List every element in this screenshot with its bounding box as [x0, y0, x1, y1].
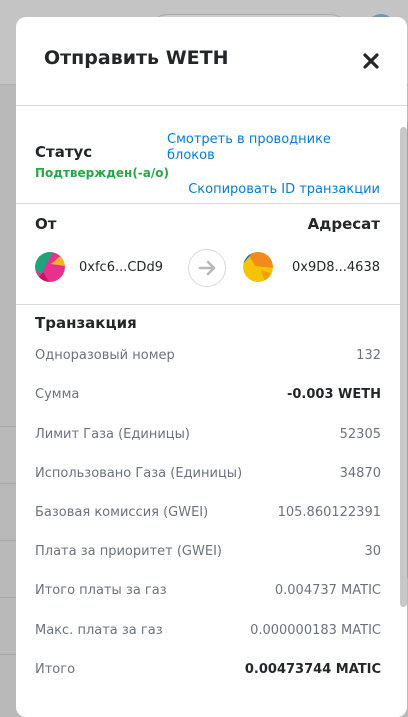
sender-avatar[interactable] [35, 252, 65, 282]
copy-transaction-id-link[interactable]: Скопировать ID транзакции [188, 182, 380, 197]
transaction-row-gas-limit: Лимит Газа (Единицы) 52305 [35, 427, 381, 447]
transaction-section-title: Транзакция [35, 314, 137, 332]
to-label: Адресат [307, 215, 380, 233]
background-divider [0, 426, 16, 427]
modal-title: Отправить WETH [44, 47, 229, 69]
transaction-row-gas-used: Использовано Газа (Единицы) 34870 [35, 466, 381, 486]
row-label: Плата за приоритет (GWEI) [35, 544, 222, 559]
row-value: 0.00473744 MATIC [244, 662, 381, 677]
background-divider [0, 654, 16, 655]
transaction-details-modal: Отправить WETH Статус Подтвержден(-а/о) … [16, 17, 407, 717]
transaction-row-max-gas-fee: Макс. плата за газ 0.000000183 MATIC [35, 623, 381, 643]
background-divider [0, 540, 16, 541]
background-divider [0, 483, 16, 484]
row-label: Макс. плата за газ [35, 623, 163, 638]
transaction-row-nonce: Одноразовый номер 132 [35, 348, 381, 368]
row-value: 0.004737 MATIC [274, 583, 381, 598]
modal-header: Отправить WETH [16, 17, 407, 105]
row-label: Лимит Газа (Единицы) [35, 427, 190, 442]
view-in-explorer-link[interactable]: Смотреть в проводнике блоков [167, 132, 377, 164]
row-value: 30 [364, 544, 381, 559]
row-label: Одноразовый номер [35, 348, 175, 363]
row-label: Использовано Газа (Единицы) [35, 466, 243, 481]
recipient-address[interactable]: 0x9D8...4638 [292, 260, 380, 275]
transaction-row-priority-fee: Плата за приоритет (GWEI) 30 [35, 544, 381, 564]
modal-scrollbar[interactable] [400, 127, 407, 607]
close-icon[interactable] [360, 50, 382, 72]
row-label: Сумма [35, 387, 80, 402]
row-label: Итого [35, 662, 76, 677]
status-label: Статус [35, 143, 93, 161]
background-divider [0, 597, 16, 598]
transaction-row-total: Итого 0.00473744 MATIC [35, 662, 381, 682]
section-divider [16, 203, 407, 204]
row-value: 105.860122391 [277, 505, 381, 520]
row-value: 34870 [339, 466, 381, 481]
status-value: Подтвержден(-а/о) [35, 166, 169, 180]
header-divider [16, 105, 407, 106]
transaction-row-base-fee: Базовая комиссия (GWEI) 105.860122391 [35, 505, 381, 525]
row-value: 0.000000183 MATIC [250, 623, 381, 638]
arrow-right-icon [188, 249, 226, 287]
status-section: Статус Подтвержден(-а/о) Смотреть в пров… [16, 122, 407, 204]
transaction-row-amount: Сумма -0.003 WETH [35, 387, 381, 407]
transaction-row-total-gas-fee: Итого платы за газ 0.004737 MATIC [35, 583, 381, 603]
row-label: Итого платы за газ [35, 583, 167, 598]
section-divider [16, 304, 407, 305]
sender-address[interactable]: 0xfc6...CDd9 [79, 260, 163, 275]
row-label: Базовая комиссия (GWEI) [35, 505, 209, 520]
row-value: -0.003 WETH [286, 387, 381, 402]
from-label: От [35, 215, 57, 233]
row-value: 132 [356, 348, 381, 363]
recipient-avatar[interactable] [243, 252, 273, 282]
row-value: 52305 [339, 427, 381, 442]
